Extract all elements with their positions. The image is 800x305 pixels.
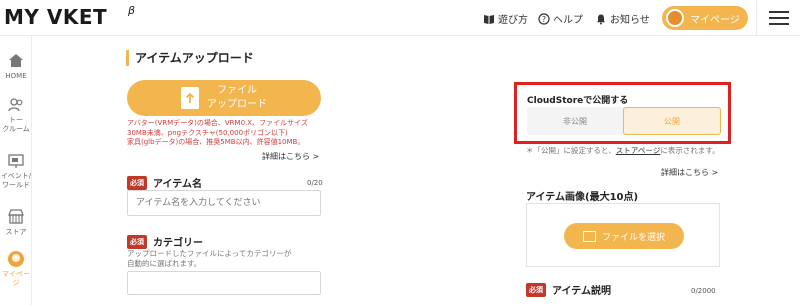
mypage-button-label: マイページ [690,14,740,26]
file-upload-button-label: ファイル アップロード [207,85,267,110]
sidebar-item-label: HOME [5,72,27,80]
sidebar-item-home[interactable]: HOME [0,52,32,81]
sidebar-item-label: トー クルーム [2,116,30,133]
publish-toggle: 非公開 公開 [527,107,721,135]
logo-beta: β [128,4,136,17]
sidebar-item-events[interactable]: イベント/ ワールド [0,152,32,190]
sidebar-item-store[interactable]: ストア [0,208,32,237]
nav-notifications-label: お知らせ [610,15,650,26]
item-description-counter: 0/2000 [691,287,716,295]
category-label: 必須 カテゴリー [127,234,203,249]
hamburger-menu-icon[interactable] [756,0,800,36]
file-upload-button[interactable]: ファイル アップロード [127,80,321,116]
cloudstore-publish-box: CloudStoreで公開する 非公開 公開 [514,82,731,144]
upload-file-icon [181,87,199,109]
book-icon [484,14,494,24]
item-image-label: アイテム画像(最大10点) [526,192,639,203]
required-badge: 必須 [526,282,546,297]
bell-icon [597,14,605,24]
private-option[interactable]: 非公開 [527,107,623,135]
nav-how-to-play[interactable]: 遊び方 [483,11,528,26]
store-icon [8,209,24,224]
item-image-dropzone: ファイルを選択 [526,203,720,267]
nav-help[interactable]: ? ヘルプ [538,11,583,26]
required-badge: 必須 [127,175,147,190]
event-board-icon [8,154,24,168]
item-description-label-text: アイテム説明 [552,286,611,297]
sidebar-item-label: ストア [5,228,27,236]
publish-note: ＊「公開」に設定すると、ストアページに表示されます。 [526,146,726,156]
sidebar-item-mypage[interactable]: マイページ [0,250,32,288]
image-icon [582,230,596,242]
item-name-input[interactable] [127,190,321,216]
category-label-text: カテゴリー [153,238,203,249]
page-title: アイテムアップロード [126,50,254,66]
logo[interactable]: MY VKET [4,5,107,29]
details-link[interactable]: 詳細はこちら > [262,151,319,162]
top-header: MY VKET β 遊び方 ? ヘルプ お知らせ マイページ [0,0,800,36]
item-description-label: 必須 アイテム説明 [526,282,611,297]
select-file-button-label: ファイルを選択 [601,232,665,243]
public-option[interactable]: 公開 [623,107,721,135]
select-file-button[interactable]: ファイルを選択 [564,223,684,249]
sidebar-item-label: イベント/ ワールド [0,172,32,189]
item-name-label: 必須 アイテム名 [127,175,202,190]
sidebar-item-talkroom[interactable]: トー クルーム [0,96,32,134]
home-icon [9,54,23,67]
nav-how-to-play-label: 遊び方 [498,15,528,26]
item-name-label-text: アイテム名 [153,179,202,190]
users-icon [8,98,23,112]
file-requirements-warning: アバター(VRMデータ)の場合、VRM0.X、ファイルサイズ 30MB未満、pn… [127,119,308,146]
category-select[interactable] [127,271,321,295]
store-page-link[interactable]: ストアページ [616,146,661,155]
nav-notifications[interactable]: お知らせ [595,11,650,26]
cloudstore-title: CloudStoreで公開する [527,96,629,106]
item-name-counter: 0/20 [307,179,323,187]
question-icon: ? [538,12,550,25]
publish-note-prefix: ＊「公開」に設定すると、 [526,146,616,155]
required-badge: 必須 [127,234,147,249]
nav-help-label: ヘルプ [553,15,583,26]
details-link-right[interactable]: 詳細はこちら > [661,167,718,178]
category-hint: アップロードしたファイルによってカテゴリーが 自動的に選ばれます。 [127,249,292,268]
sidebar: HOME トー クルーム イベント/ ワールド ストア マイページ [0,36,32,305]
mypage-avatar-icon [8,251,24,267]
publish-note-suffix: に表示されます。 [660,146,720,155]
avatar [666,9,684,27]
svg-text:?: ? [542,15,546,24]
mypage-button[interactable]: マイページ [662,6,748,30]
sidebar-item-label: マイページ [2,270,30,287]
